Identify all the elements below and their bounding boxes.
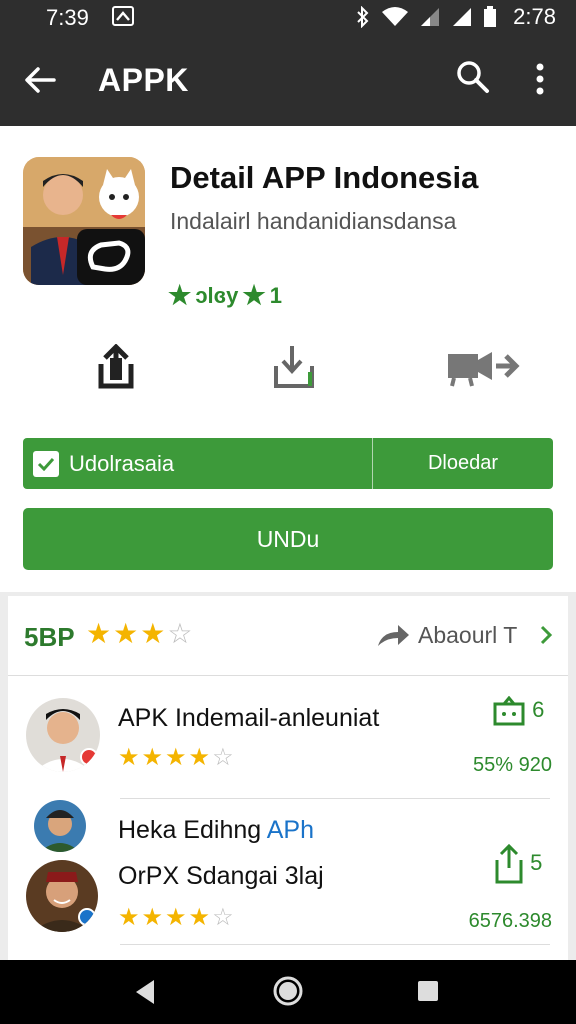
reviewer-name-highlight: APh — [266, 816, 314, 844]
divider — [120, 944, 550, 945]
reviewer-name: APK Indemail-anleuniat — [118, 704, 380, 732]
rating-text: ɔlɞy — [195, 282, 239, 308]
bluetooth-icon — [357, 6, 369, 28]
back-arrow-icon[interactable] — [22, 62, 58, 103]
wishlist-download-bar: Udolrasaia Dloedar — [23, 438, 553, 489]
check-icon — [33, 450, 59, 477]
home-nav-icon[interactable] — [272, 975, 304, 1012]
review-stars: ★ ★ ★ ★ ☆ — [118, 904, 234, 931]
action-icons-row — [0, 343, 576, 404]
app-rating: ★ ɔlɞy ★ 1 — [168, 280, 282, 311]
avatar-small — [34, 800, 86, 852]
back-nav-icon[interactable] — [132, 978, 156, 1011]
reviews-header[interactable]: 5BP ★ ★ ★ ☆ Abaourl T — [8, 596, 568, 676]
star-icon: ★ — [140, 618, 166, 649]
app-name: Detail APP Indonesia — [170, 160, 479, 195]
download-icon[interactable] — [272, 344, 318, 395]
avatar — [26, 860, 98, 932]
app-bar: APPK — [0, 34, 576, 126]
status-clock: 2:78 — [513, 4, 556, 29]
app-developer[interactable]: Indalairl handanidiansdansa — [170, 208, 456, 235]
review-count: 5 — [530, 849, 543, 875]
review-item[interactable]: APK Indemail-anleuniat ★ ★ ★ ★ ☆ 6 55% 920 — [8, 676, 568, 798]
badge-icon — [80, 748, 98, 766]
review-count-icon: 6 — [492, 695, 545, 726]
app-icon — [23, 157, 145, 285]
notification-icon — [112, 6, 134, 26]
review-stars: ★ ★ ★ ★ ☆ — [118, 744, 234, 771]
signal-icon-2 — [453, 8, 472, 26]
reviewer-subtitle: OrPX Sdangai 3laj — [118, 862, 324, 890]
more-vert-icon[interactable] — [534, 62, 546, 101]
review-meta: 6576.398 — [468, 910, 552, 932]
status-time: 7:39 — [46, 5, 89, 30]
verified-badge-icon — [78, 908, 96, 926]
wishlist-label: Udolrasaia — [69, 450, 175, 476]
wifi-icon — [382, 7, 409, 26]
share-icon[interactable] — [96, 343, 136, 395]
status-bar: 7:39 2:78 — [0, 0, 576, 34]
review-count-icon: 5 — [494, 843, 543, 884]
star-empty-icon: ☆ — [167, 618, 193, 649]
review-score-stars: ★ ★ ★ ☆ — [86, 620, 192, 648]
status-icons: 2:78 — [355, 4, 556, 30]
about-link[interactable]: Abaourl T — [418, 622, 517, 649]
rating-suffix: 1 — [269, 282, 282, 308]
share-arrow-icon — [376, 622, 410, 653]
review-count: 6 — [532, 696, 545, 722]
rating-star-icon: ★ — [168, 280, 192, 310]
reviewer-name: Heka Edihng APh — [118, 816, 314, 845]
reviews-card: 5BP ★ ★ ★ ☆ Abaourl T APK Indemail-anleu… — [8, 596, 568, 960]
avatar — [26, 698, 100, 772]
review-score: 5BP — [24, 622, 75, 652]
download-label: Dloedar — [427, 452, 499, 474]
app-header-card: Detail APP Indonesia Indalairl handanidi… — [0, 126, 576, 592]
review-item[interactable]: Heka Edihng APh OrPX Sdangai 3laj ★ ★ ★ ★ ☆ … — [8, 798, 568, 956]
review-meta: 55% 920 — [473, 754, 552, 776]
battery-icon — [484, 6, 497, 27]
video-icon[interactable] — [444, 344, 520, 395]
system-nav-bar — [0, 960, 576, 1024]
recents-nav-icon[interactable] — [416, 979, 440, 1008]
star-icon: ★ — [113, 618, 139, 649]
download-button[interactable]: Dloedar — [373, 438, 553, 489]
install-button[interactable]: UNDu — [23, 508, 553, 570]
app-bar-title: APPK — [98, 62, 189, 98]
star-icon: ★ — [86, 618, 112, 649]
rating-star-icon-2: ★ — [242, 280, 266, 310]
search-icon[interactable] — [456, 60, 490, 99]
chevron-right-icon[interactable] — [538, 624, 554, 651]
signal-icon — [421, 8, 440, 26]
reviewer-name-a: Heka Edihng — [118, 816, 262, 844]
wishlist-button[interactable]: Udolrasaia — [23, 438, 373, 489]
